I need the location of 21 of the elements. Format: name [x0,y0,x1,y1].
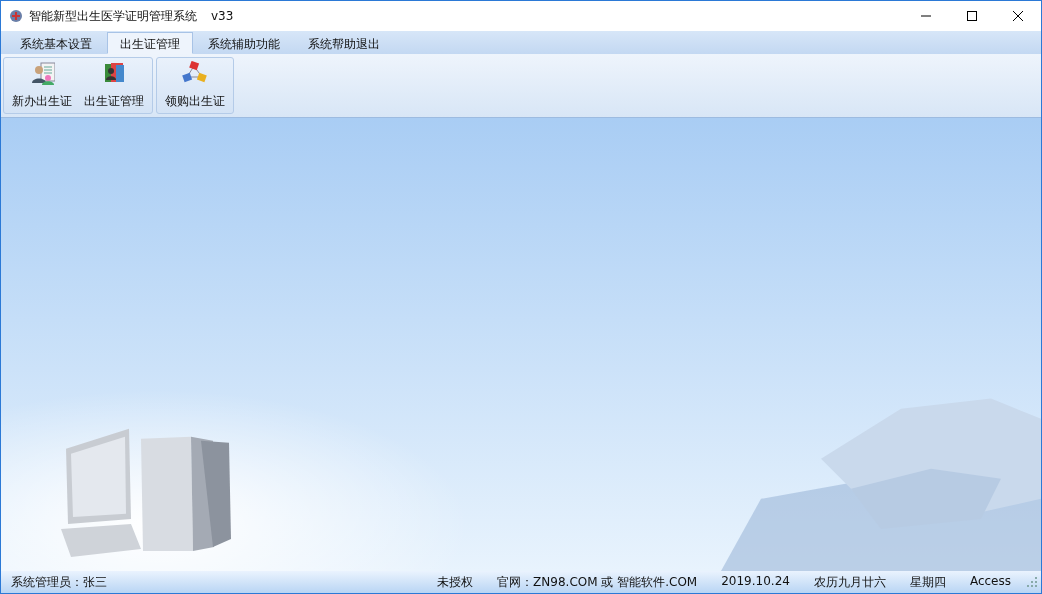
version-label: v33 [211,9,234,23]
app-icon [9,9,23,23]
status-text: 未授权 [436,573,475,591]
status-text: 官网：ZN98.COM 或 智能软件.COM [496,573,699,591]
maximize-icon [966,10,978,22]
menu-tab[interactable]: 系统基本设置 [7,32,105,54]
menu-tab[interactable]: 系统帮助退出 [295,32,393,54]
status-text: 星期四 [908,573,947,591]
status-text: 2019.10.24 [720,573,791,590]
ribbon-button[interactable]: 出生证管理 [78,58,150,113]
status-text: 系统管理员：张三 [11,573,108,591]
status-text: 农历九月廿六 [812,573,887,591]
ribbon-button[interactable]: 新办出生证 [6,58,78,113]
window-title: 智能新型出生医学证明管理系统 [29,7,197,25]
ribbon-button[interactable]: 领购出生证 [159,58,231,113]
status-text: Access [968,573,1012,590]
people-document-icon [29,61,55,87]
resize-grip-icon [1027,577,1037,587]
close-icon [1012,10,1024,22]
menu-tab[interactable]: 系统辅助功能 [195,32,293,54]
menu-tab[interactable]: 出生证管理 [107,32,193,54]
